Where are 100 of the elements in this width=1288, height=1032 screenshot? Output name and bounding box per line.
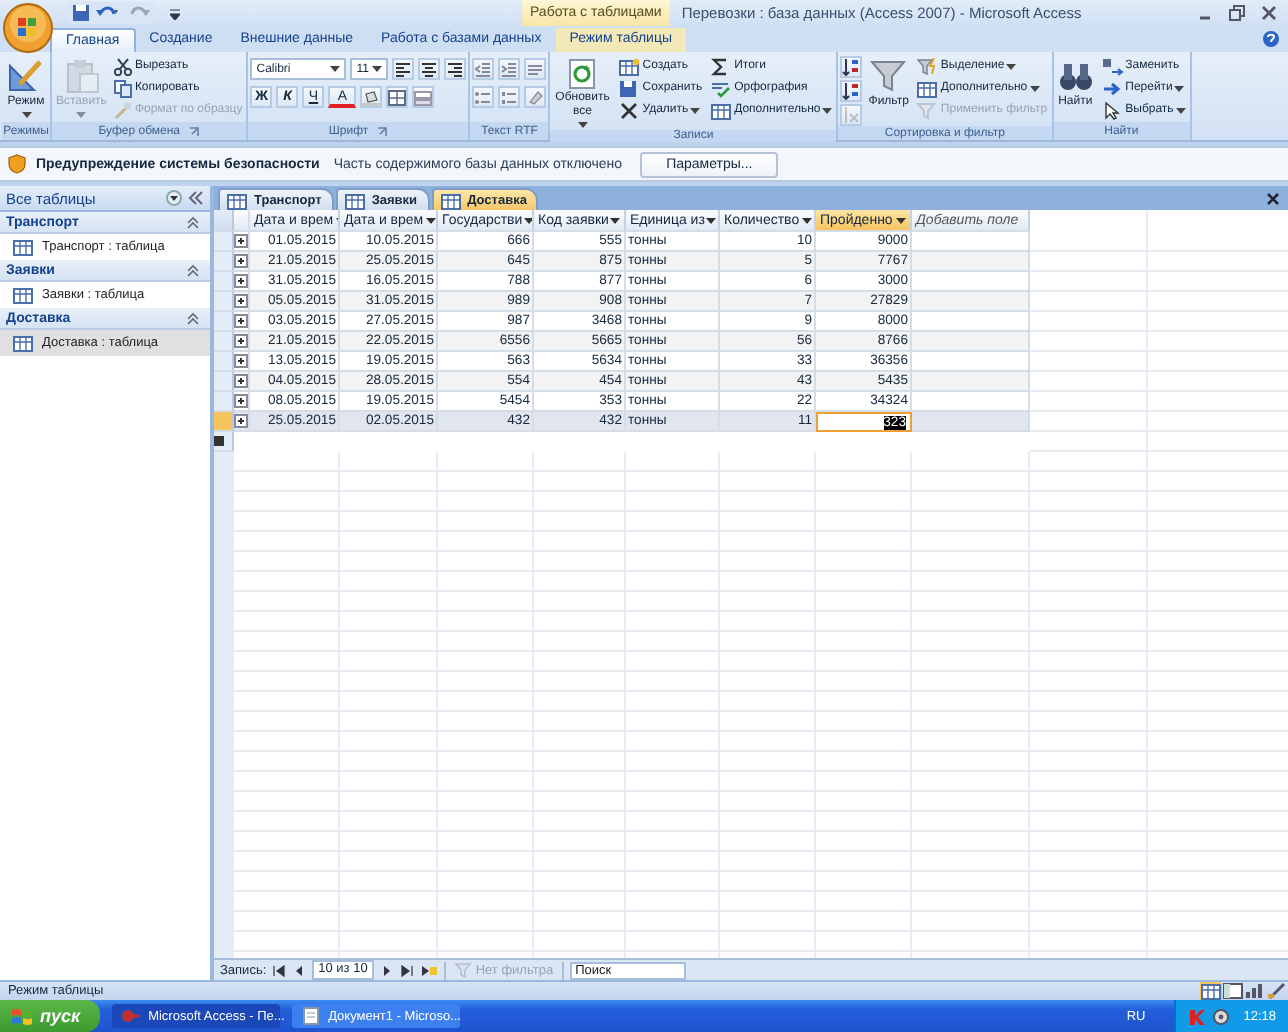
table-icon	[12, 238, 34, 256]
expand-icon[interactable]	[234, 234, 248, 248]
caret-icon	[690, 107, 701, 113]
funnel-lightning-icon	[916, 57, 939, 75]
caret-icon	[524, 217, 532, 223]
table-icon	[343, 191, 366, 209]
document-icon	[300, 1006, 323, 1026]
toolbar-button[interactable]	[392, 58, 415, 80]
expand-icon[interactable]	[234, 354, 248, 368]
binoculars-icon	[1057, 58, 1094, 94]
caret-icon	[1029, 85, 1040, 91]
caret-icon	[896, 217, 906, 223]
expand-icon[interactable]	[234, 254, 248, 268]
shield-icon	[8, 154, 26, 174]
save-icon[interactable]	[72, 4, 90, 22]
toolbar-button[interactable]	[840, 80, 863, 102]
dialog-launcher-icon[interactable]	[188, 125, 201, 137]
table-icon	[226, 191, 248, 209]
sort-descending-icon	[842, 82, 861, 100]
increase-indent-icon	[500, 61, 519, 77]
expand-icon[interactable]	[234, 414, 248, 428]
caret-icon	[372, 66, 383, 72]
table-icon	[439, 191, 462, 209]
funnel-icon	[916, 101, 939, 119]
caret-icon	[801, 217, 812, 223]
row-color-icon	[414, 89, 433, 105]
speaker-icon[interactable]	[1211, 1007, 1230, 1025]
help-icon[interactable]	[1262, 30, 1280, 48]
cross-icon	[618, 101, 641, 119]
align-right-icon	[446, 61, 465, 77]
view-button[interactable]	[1244, 982, 1266, 1000]
expand-icon[interactable]	[234, 294, 248, 308]
fill-bucket-icon	[362, 89, 381, 105]
design-view-icon	[1266, 982, 1288, 1000]
replace-icon	[1101, 57, 1124, 75]
key-icon	[120, 1006, 143, 1026]
ruler-pencil-icon	[6, 58, 46, 94]
view-button[interactable]	[1200, 982, 1222, 1000]
expand-icon[interactable]	[234, 394, 248, 408]
decrease-indent-icon	[474, 61, 493, 77]
highlighter-icon	[526, 89, 545, 105]
refresh-icon	[568, 58, 597, 90]
align-center-icon	[420, 61, 439, 77]
expand-icon[interactable]	[234, 274, 248, 288]
restore-icon[interactable]	[1228, 4, 1246, 22]
close-icon[interactable]	[1260, 4, 1278, 22]
caret-icon	[76, 112, 87, 118]
expand-icon[interactable]	[234, 374, 248, 388]
customize-caret-icon[interactable]	[170, 7, 180, 19]
toolbar-button[interactable]	[386, 86, 409, 108]
toolbar-button[interactable]	[444, 58, 467, 80]
view-button[interactable]	[1266, 982, 1288, 1000]
numbered-list-icon	[500, 89, 519, 105]
bullet-list-icon	[474, 89, 493, 105]
new-record-icon	[618, 57, 641, 75]
funnel-icon	[870, 58, 907, 94]
caret-icon	[425, 217, 436, 223]
sort-ascending-icon	[842, 58, 861, 76]
spellcheck-icon	[710, 79, 733, 97]
scissors-icon	[114, 57, 133, 75]
toolbar-button[interactable]	[840, 56, 863, 78]
header-cell	[234, 210, 250, 232]
table-icon	[710, 101, 733, 119]
arrow-icon	[1101, 79, 1124, 97]
caret-icon	[1006, 63, 1017, 69]
caret-icon	[1174, 85, 1185, 91]
table-icon	[916, 79, 939, 97]
toolbar-button[interactable]	[418, 58, 441, 80]
collapse-chevron-icon	[186, 263, 200, 277]
dropdown-circle-icon[interactable]	[166, 190, 182, 206]
clipboard-icon	[63, 58, 100, 94]
windows-flag-icon	[10, 1005, 34, 1027]
align-left-icon	[394, 61, 413, 77]
last-record-icon[interactable]	[399, 963, 414, 977]
collapse-pane-icon[interactable]	[188, 190, 204, 206]
gridlines-icon	[388, 89, 407, 105]
first-record-icon[interactable]	[272, 963, 287, 977]
view-button[interactable]	[1222, 982, 1244, 1000]
table-icon	[12, 286, 34, 304]
pivot-chart-icon	[1244, 982, 1266, 1000]
datasheet-view-icon	[1200, 982, 1222, 1000]
brush-icon	[114, 101, 133, 119]
collapse-chevron-icon	[186, 311, 200, 325]
sort-clear-icon	[842, 106, 861, 124]
caret-icon	[822, 107, 833, 113]
row-selector[interactable]	[214, 432, 234, 452]
paragraph-direction-icon	[526, 61, 545, 77]
caret-icon	[330, 66, 341, 72]
caret-icon	[21, 112, 31, 118]
expand-icon[interactable]	[234, 314, 248, 328]
expand-icon[interactable]	[234, 334, 248, 348]
cursor-icon	[1101, 101, 1124, 119]
collapse-chevron-icon	[186, 215, 200, 229]
caret-icon	[706, 217, 717, 223]
close-icon[interactable]	[1266, 191, 1280, 205]
new-record-icon[interactable]	[419, 963, 438, 977]
copy-icon	[114, 79, 133, 97]
toolbar-button[interactable]	[360, 86, 383, 108]
caret-icon	[1175, 107, 1186, 113]
dialog-launcher-icon[interactable]	[376, 125, 389, 137]
